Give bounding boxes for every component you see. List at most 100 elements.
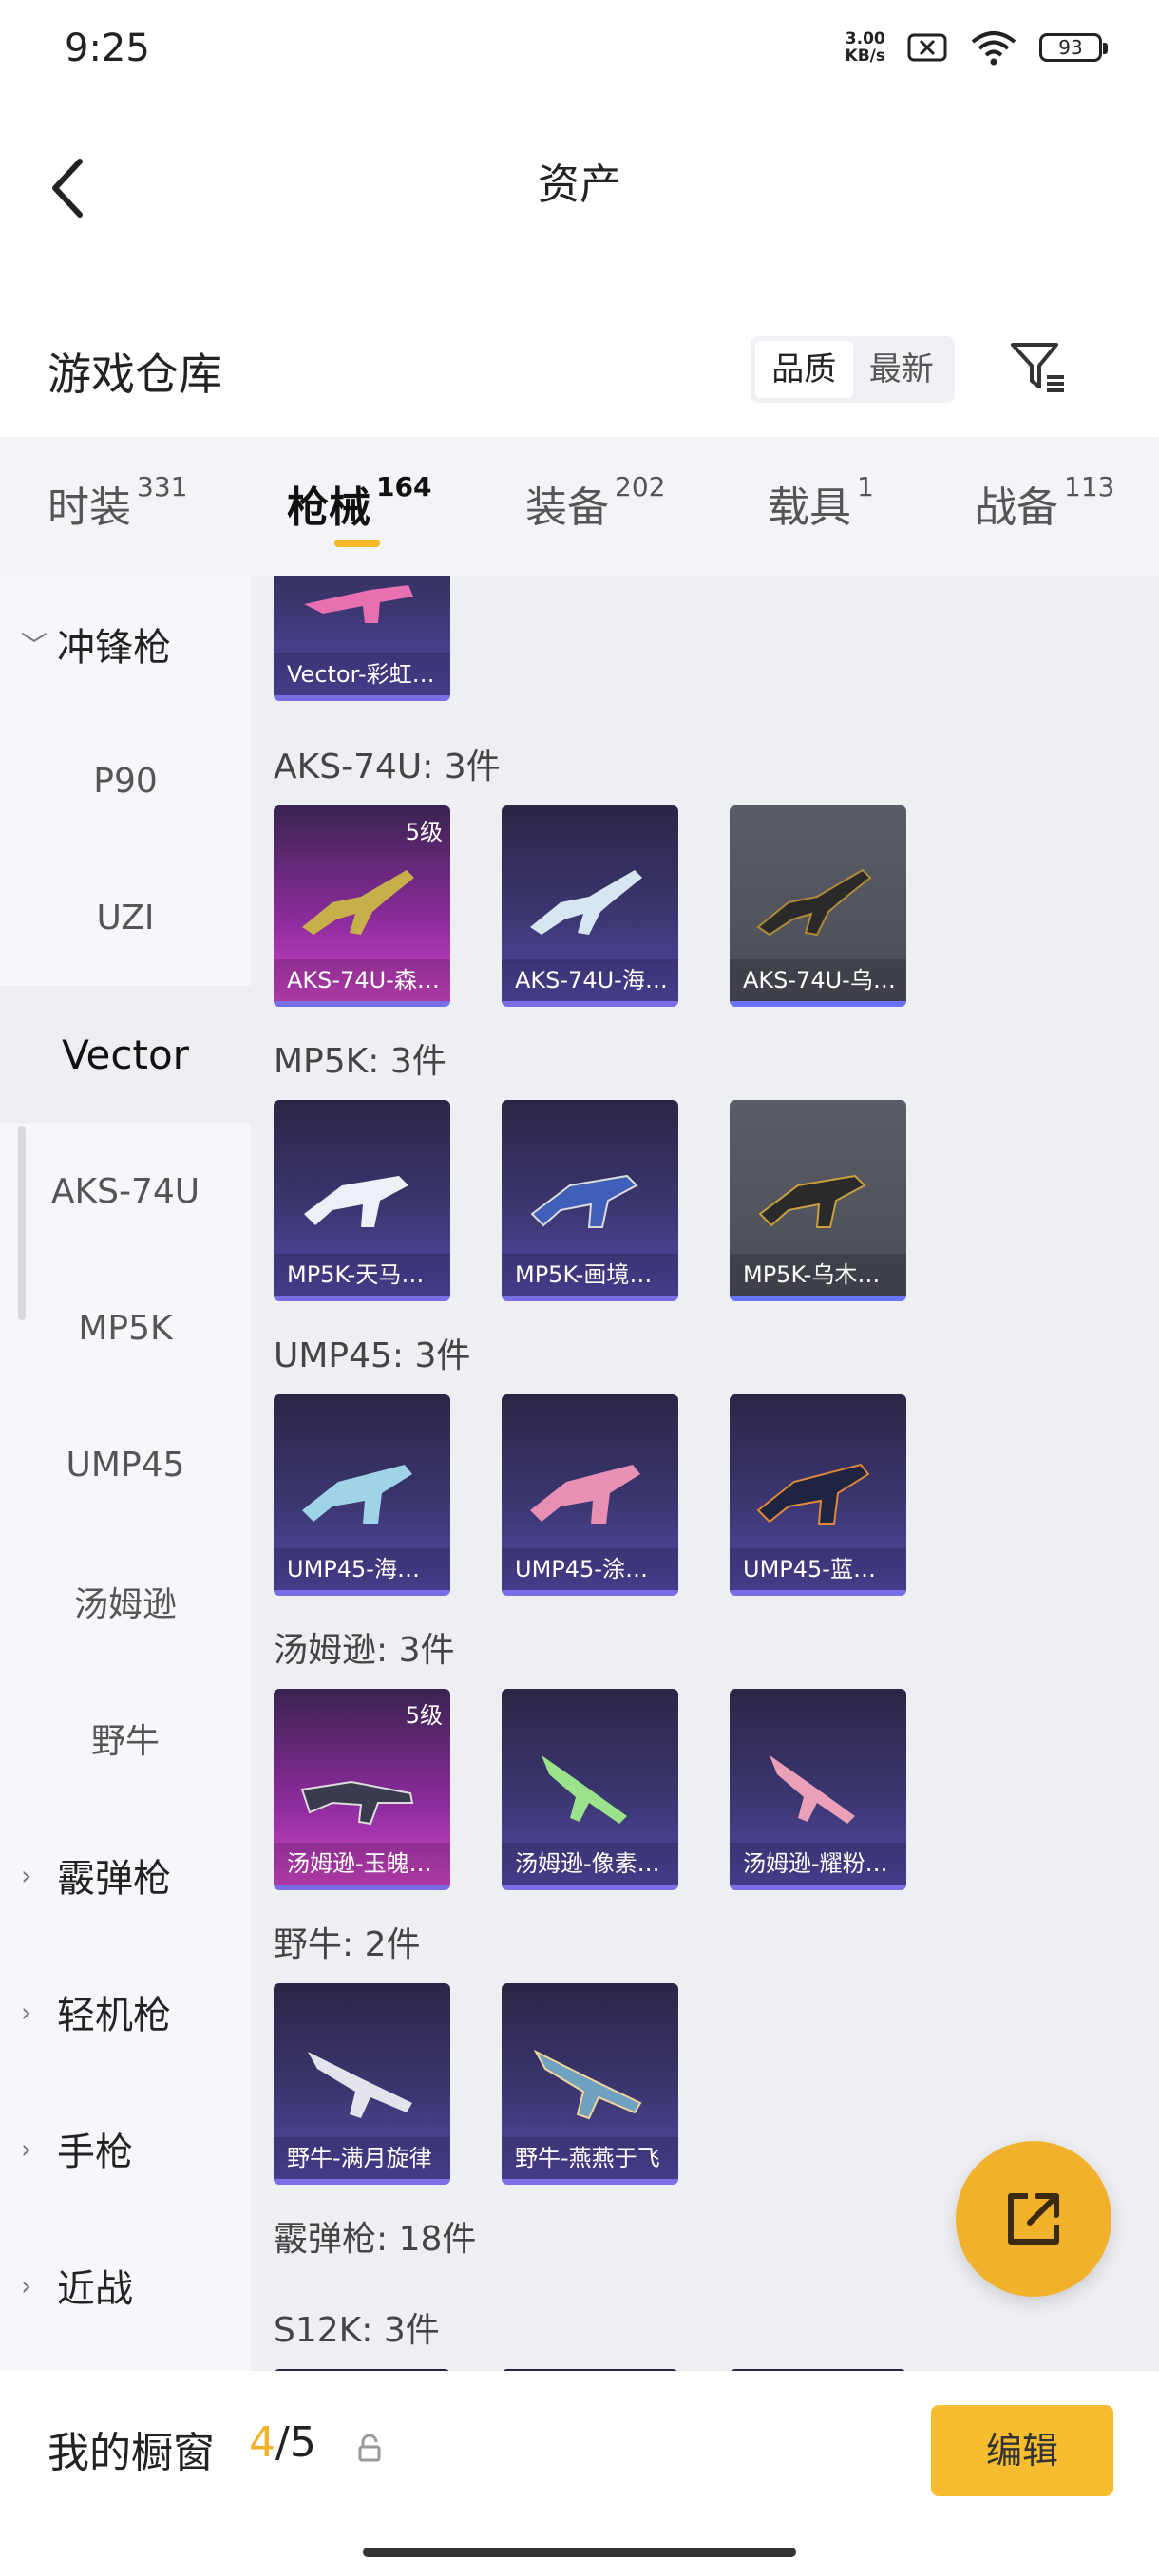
tab-fashion[interactable]: 时装 331 — [48, 471, 188, 534]
weapon-card-name: MP5K-画境… — [502, 1254, 678, 1296]
share-button[interactable] — [956, 2141, 1112, 2297]
category-item-uzi[interactable]: UZI — [0, 849, 251, 986]
active-tab-indicator — [334, 540, 380, 547]
weapon-card-name: UMP45-涂… — [502, 1548, 678, 1590]
category-item-vector[interactable]: Vector — [0, 986, 251, 1123]
category-item-thompson[interactable]: 汤姆逊 — [0, 1533, 251, 1670]
category-item-ump45[interactable]: UMP45 — [0, 1396, 251, 1533]
category-item-bizon[interactable]: 野牛 — [0, 1670, 251, 1807]
showcase-count: 4/5 — [249, 2418, 316, 2467]
showcase-label: 我的橱窗 — [48, 2429, 215, 2477]
tab-count: 202 — [615, 471, 666, 502]
weapon-skin-image — [304, 1176, 408, 1227]
weapon-card-name: 野牛-燕燕于飞 — [502, 2137, 678, 2179]
weapon-card[interactable]: 5级 AKS-74U-森… — [274, 805, 450, 1007]
weapon-skin-image — [533, 2049, 642, 2120]
weapon-skin-image — [302, 870, 414, 935]
category-group-lmg[interactable]: › 轻机枪 — [0, 1943, 251, 2080]
weapon-card[interactable]: 5级 汤姆逊-玉魄… — [274, 1689, 450, 1890]
section-title: 汤姆逊: 3件 — [274, 1631, 455, 1670]
weapon-card[interactable]: UMP45-涂… — [502, 1394, 678, 1596]
section-title: S12K: 3件 — [274, 2311, 440, 2350]
category-group-label: 霰弹枪 — [57, 1857, 171, 1901]
tab-label: 载具 — [768, 483, 851, 532]
weapon-card[interactable]: MP5K-画境… — [502, 1100, 678, 1301]
weapon-skin-image — [302, 1465, 412, 1524]
section-title: AKS-74U: 3件 — [274, 748, 501, 786]
app-header: 资产 — [0, 104, 1159, 247]
weapon-grid: Vector-彩虹… AKS-74U: 3件 5级 AKS-74U-森… AKS… — [251, 576, 1159, 2371]
chevron-right-icon: › — [21, 2132, 32, 2165]
weapon-card[interactable]: 野牛-燕燕于飞 — [502, 1983, 678, 2185]
weapon-skin-image — [530, 1174, 638, 1228]
tab-count: 164 — [376, 471, 432, 502]
weapon-card[interactable]: MP5K-天马… — [274, 1100, 450, 1301]
showcase-current: 4 — [249, 2418, 276, 2467]
category-item-p90[interactable]: P90 — [0, 712, 251, 849]
weapon-card[interactable]: UMP45-蓝… — [730, 1394, 906, 1596]
weapon-card-name: Vector-彩虹… — [274, 653, 450, 695]
weapon-card[interactable]: Vector-彩虹… — [274, 576, 450, 701]
home-indicator[interactable] — [363, 2548, 796, 2557]
category-group-label: 冲锋枪 — [57, 626, 171, 670]
category-item-mp5k[interactable]: MP5K — [0, 1260, 251, 1396]
category-item-aks74u[interactable]: AKS-74U — [0, 1123, 251, 1260]
weapon-card[interactable]: AKS-74U-海… — [502, 805, 678, 1007]
lock-icon — [358, 2434, 381, 2462]
category-group-shotgun[interactable]: › 霰弹枪 — [0, 1807, 251, 1943]
tab-supplies[interactable]: 战备 113 — [975, 471, 1115, 534]
weapon-skin-image — [756, 868, 872, 937]
tab-equipment[interactable]: 装备 202 — [525, 471, 666, 534]
weapon-card-name: MP5K-乌木… — [730, 1254, 906, 1296]
wifi-icon — [971, 31, 1016, 66]
weapon-card[interactable]: 野牛-满月旋律 — [274, 1983, 450, 2185]
weapon-category-list: ﹀ 冲锋枪 P90 UZI Vector AKS-74U MP5K UMP45 … — [0, 576, 251, 2371]
chevron-right-icon: › — [21, 1996, 32, 2028]
filter-icon[interactable] — [1007, 337, 1068, 398]
chevron-down-icon: ﹀ — [21, 630, 48, 661]
chevron-right-icon: › — [21, 2269, 32, 2301]
weapon-level-badge: 5级 — [405, 1702, 443, 1729]
weapon-card[interactable]: 汤姆逊-耀粉… — [730, 1689, 906, 1890]
tab-firearms[interactable]: 枪械 164 — [287, 471, 432, 534]
weapon-card[interactable]: 汤姆逊-像素… — [502, 1689, 678, 1890]
weapon-card[interactable]: UMP45-海… — [274, 1394, 450, 1596]
status-bar: 9:25 3.00 KB/s 93 — [0, 0, 1159, 104]
page-title: 资产 — [538, 161, 621, 209]
sim-disabled-icon — [907, 33, 947, 62]
weapon-card-name: MP5K-天马… — [274, 1254, 450, 1296]
weapon-skin-image — [308, 2052, 412, 2118]
weapon-card[interactable]: AKS-74U-乌… — [730, 805, 906, 1007]
tab-label: 装备 — [525, 483, 609, 532]
network-speed-value: 3.00 — [845, 29, 885, 48]
tab-label: 枪械 — [287, 483, 370, 532]
sort-quality-button[interactable]: 品质 — [755, 341, 853, 398]
section-title: 霰弹枪: 18件 — [274, 2220, 477, 2259]
category-group-melee[interactable]: › 近战 — [0, 2217, 251, 2354]
tab-count: 331 — [137, 471, 188, 502]
section-title: UMP45: 3件 — [274, 1336, 471, 1375]
weapon-skin-image — [756, 1463, 870, 1525]
category-group-label: 手枪 — [57, 2131, 133, 2174]
edit-button[interactable]: 编辑 — [931, 2405, 1113, 2496]
weapon-card-name: 汤姆逊-耀粉… — [730, 1843, 906, 1885]
tab-label: 时装 — [48, 483, 131, 532]
weapon-card-name: AKS-74U-森… — [274, 959, 450, 1001]
sort-newest-button[interactable]: 最新 — [853, 341, 951, 398]
share-icon — [1008, 2193, 1059, 2245]
weapon-skin-image — [770, 1755, 855, 1824]
chevron-right-icon: › — [21, 1859, 32, 1891]
category-group-label: 轻机枪 — [57, 1994, 171, 2037]
showcase-bar: 我的橱窗 4/5 编辑 — [0, 2371, 1159, 2576]
category-group-smg[interactable]: ﹀ 冲锋枪 — [0, 576, 251, 712]
category-tabs: 时装 331 枪械 164 装备 202 载具 1 战备 113 — [0, 437, 1159, 576]
weapon-card-name: AKS-74U-乌… — [730, 959, 906, 1001]
weapon-level-badge: 5级 — [405, 819, 443, 845]
network-speed-unit: KB/s — [845, 47, 885, 66]
tab-count: 113 — [1064, 471, 1115, 502]
category-group-pistol[interactable]: › 手枪 — [0, 2080, 251, 2217]
tab-vehicles[interactable]: 载具 1 — [768, 471, 874, 534]
weapon-card[interactable]: MP5K-乌木… — [730, 1100, 906, 1301]
section-title: MP5K: 3件 — [274, 1042, 446, 1081]
category-scrollbar[interactable] — [18, 1126, 26, 1320]
